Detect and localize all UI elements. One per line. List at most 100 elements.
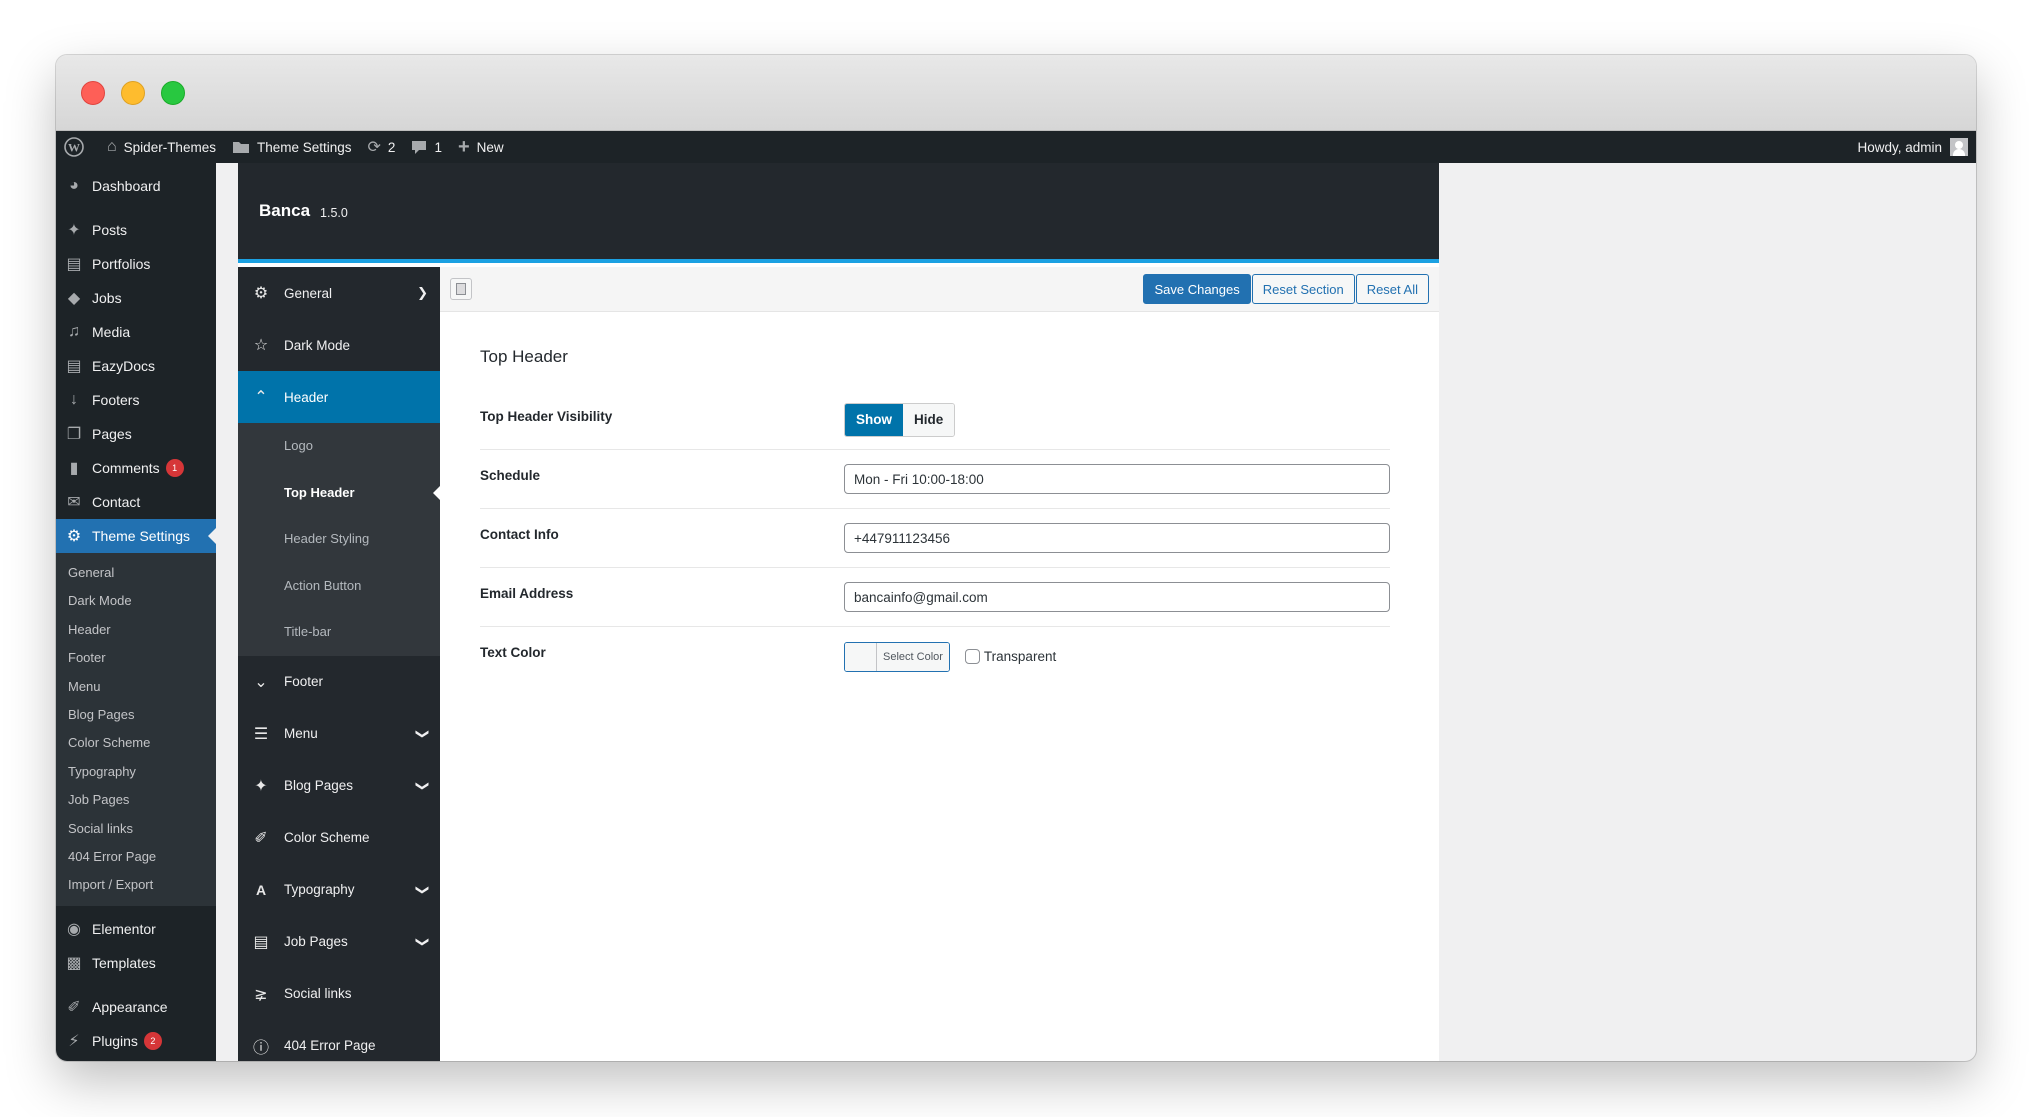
submenu-item[interactable]: Typography — [56, 758, 216, 786]
section-label: Job Pages — [284, 934, 348, 949]
admin-menu: ◕ Dashboard ✦ Posts ▤ Portfolios ◆ Jobs ♫ Med… — [56, 163, 216, 1061]
section-menu[interactable]: ☰ Menu ❯ — [238, 708, 440, 760]
menu-pages[interactable]: ❐ Pages — [56, 417, 216, 451]
menu-elementor[interactable]: ◉ Elementor — [56, 912, 216, 946]
new-content-link[interactable]: + New — [450, 131, 512, 163]
typography-icon: A — [255, 881, 267, 898]
dashboard-icon: ◕ — [69, 177, 79, 194]
section-header[interactable]: ⌃ Header — [238, 371, 440, 423]
section-footer[interactable]: ⌄ Footer — [238, 656, 440, 708]
plugin-icon: ⚡ — [68, 1032, 80, 1050]
refresh-icon: ⟳ — [367, 139, 381, 156]
menu-jobs[interactable]: ◆ Jobs — [56, 281, 216, 315]
arrow-down-icon: ↓ — [70, 391, 78, 408]
menu-media[interactable]: ♫ Media — [56, 315, 216, 349]
email-address-input[interactable] — [844, 582, 1390, 612]
submenu-item[interactable]: Import / Export — [56, 871, 216, 899]
submenu-item[interactable]: Header — [56, 616, 216, 644]
submenu-item[interactable]: 404 Error Page — [56, 843, 216, 871]
admin-bar: W ⌂ Spider-Themes Theme Settings ⟳ 2 1 +… — [56, 131, 1976, 163]
menu-appearance[interactable]: ✐ Appearance — [56, 990, 216, 1024]
menu-templates[interactable]: ▩ Templates — [56, 946, 216, 980]
menu-label: EazyDocs — [92, 358, 156, 374]
close-window-button[interactable] — [81, 81, 105, 105]
section-general[interactable]: ⚙ General ❯ — [238, 267, 440, 319]
section-label: General — [284, 285, 333, 301]
submenu-item[interactable]: Blog Pages — [56, 701, 216, 729]
updates-link[interactable]: ⟳ 2 — [360, 131, 404, 163]
submenu-item[interactable]: General — [56, 559, 216, 587]
menu-posts[interactable]: ✦ Posts — [56, 213, 216, 247]
menu-label: Portfolios — [92, 256, 151, 272]
chevron-down-icon: ❯ — [415, 728, 431, 739]
section-label: Color Scheme — [284, 830, 370, 845]
section-typography[interactable]: A Typography ❯ — [238, 864, 440, 916]
theme-name: Banca — [259, 201, 311, 220]
chevron-down-icon: ❯ — [417, 285, 428, 300]
comments-count: 1 — [434, 139, 442, 155]
menu-label: Elementor — [92, 920, 156, 937]
subsection-action-button[interactable]: Action Button — [238, 563, 440, 610]
submenu-item[interactable]: Color Scheme — [56, 729, 216, 757]
maximize-window-button[interactable] — [161, 81, 185, 105]
menu-plugins[interactable]: ⚡ Plugins 2 — [56, 1024, 216, 1058]
site-name-link[interactable]: ⌂ Spider-Themes — [99, 131, 224, 163]
field-row-visibility: Top Header Visibility Show Hide — [480, 391, 1390, 450]
my-account-link[interactable]: Howdy, admin — [1857, 138, 1976, 156]
submenu-item[interactable]: Menu — [56, 673, 216, 701]
submenu-item[interactable]: Social links — [56, 815, 216, 843]
menu-label: Theme Settings — [92, 528, 191, 544]
expand-options-button[interactable] — [450, 278, 472, 300]
section-color-scheme[interactable]: ✐ Color Scheme — [238, 812, 440, 864]
minimize-window-button[interactable] — [121, 81, 145, 105]
checkbox-box[interactable] — [964, 649, 980, 664]
submenu-item[interactable]: Footer — [56, 644, 216, 672]
show-option[interactable]: Show — [845, 404, 903, 436]
paintbrush-icon: ✐ — [67, 998, 81, 1016]
schedule-input[interactable] — [844, 464, 1390, 494]
select-color-button[interactable]: Select Color — [844, 641, 950, 672]
save-changes-button[interactable]: Save Changes — [1143, 274, 1251, 304]
menu-eazydocs[interactable]: ▤ EazyDocs — [56, 349, 216, 383]
subsection-top-header[interactable]: Top Header — [238, 470, 440, 517]
comments-link[interactable]: 1 — [403, 131, 450, 163]
subsection-header-styling[interactable]: Header Styling — [238, 516, 440, 563]
reset-all-button[interactable]: Reset All — [1355, 274, 1429, 304]
menu-comments[interactable]: ▮ Comments 1 — [56, 451, 216, 485]
subsection-logo[interactable]: Logo — [238, 423, 440, 470]
section-social-links[interactable]: ⪈ Social links — [238, 968, 440, 1020]
gear-icon: ⚙ — [253, 285, 269, 302]
section-blog-pages[interactable]: ✦ Blog Pages ❯ — [238, 760, 440, 812]
menu-label: Contact — [92, 494, 141, 510]
field-row-schedule: Schedule — [480, 450, 1390, 509]
menu-icon: ☰ — [253, 725, 269, 743]
section-job-pages[interactable]: ▤ Job Pages ❯ — [238, 916, 440, 968]
menu-theme-settings[interactable]: ⚙ Theme Settings — [56, 519, 216, 553]
menu-footers[interactable]: ↓ Footers — [56, 383, 216, 417]
chevron-down-icon: ⌄ — [254, 673, 268, 691]
updates-count: 2 — [387, 139, 396, 155]
section-label: 404 Error Page — [284, 1038, 376, 1053]
reset-section-button[interactable]: Reset Section — [1251, 274, 1355, 304]
section-label: Dark Mode — [284, 337, 351, 353]
header-subsections: Logo Top Header Header Styling Action Bu… — [238, 423, 440, 656]
menu-contact[interactable]: ✉ Contact — [56, 485, 216, 519]
section-dark-mode[interactable]: ☆ Dark Mode — [238, 319, 440, 371]
contact-info-input[interactable] — [844, 523, 1390, 553]
menu-portfolios[interactable]: ▤ Portfolios — [56, 247, 216, 281]
submenu-item[interactable]: Job Pages — [56, 786, 216, 814]
chevron-down-icon: ❯ — [415, 884, 431, 895]
tag-icon: ◆ — [67, 290, 81, 307]
section-404-error-page[interactable]: ⓘ 404 Error Page — [238, 1020, 440, 1062]
options-sidebar: ⚙ General ❯ ☆ Dark Mode ⌃ Header Logo Top He… — [238, 267, 440, 1061]
theme-options-panel: Banca 1.5.0 ⚙ General ❯ ☆ Dark Mode ⌃ Header… — [238, 163, 1439, 1061]
options-main: Save Changes Reset Section Reset All Top… — [440, 267, 1439, 1061]
menu-dashboard[interactable]: ◕ Dashboard — [56, 169, 216, 203]
transparent-checkbox[interactable]: Transparent — [964, 649, 1056, 664]
menu-label: Plugins — [92, 1032, 138, 1049]
wordpress-logo-button[interactable]: W — [56, 131, 99, 163]
hide-option[interactable]: Hide — [903, 404, 955, 436]
submenu-item[interactable]: Dark Mode — [56, 587, 216, 615]
theme-settings-link[interactable]: Theme Settings — [224, 131, 360, 163]
subsection-title-bar[interactable]: Title-bar — [238, 609, 440, 656]
